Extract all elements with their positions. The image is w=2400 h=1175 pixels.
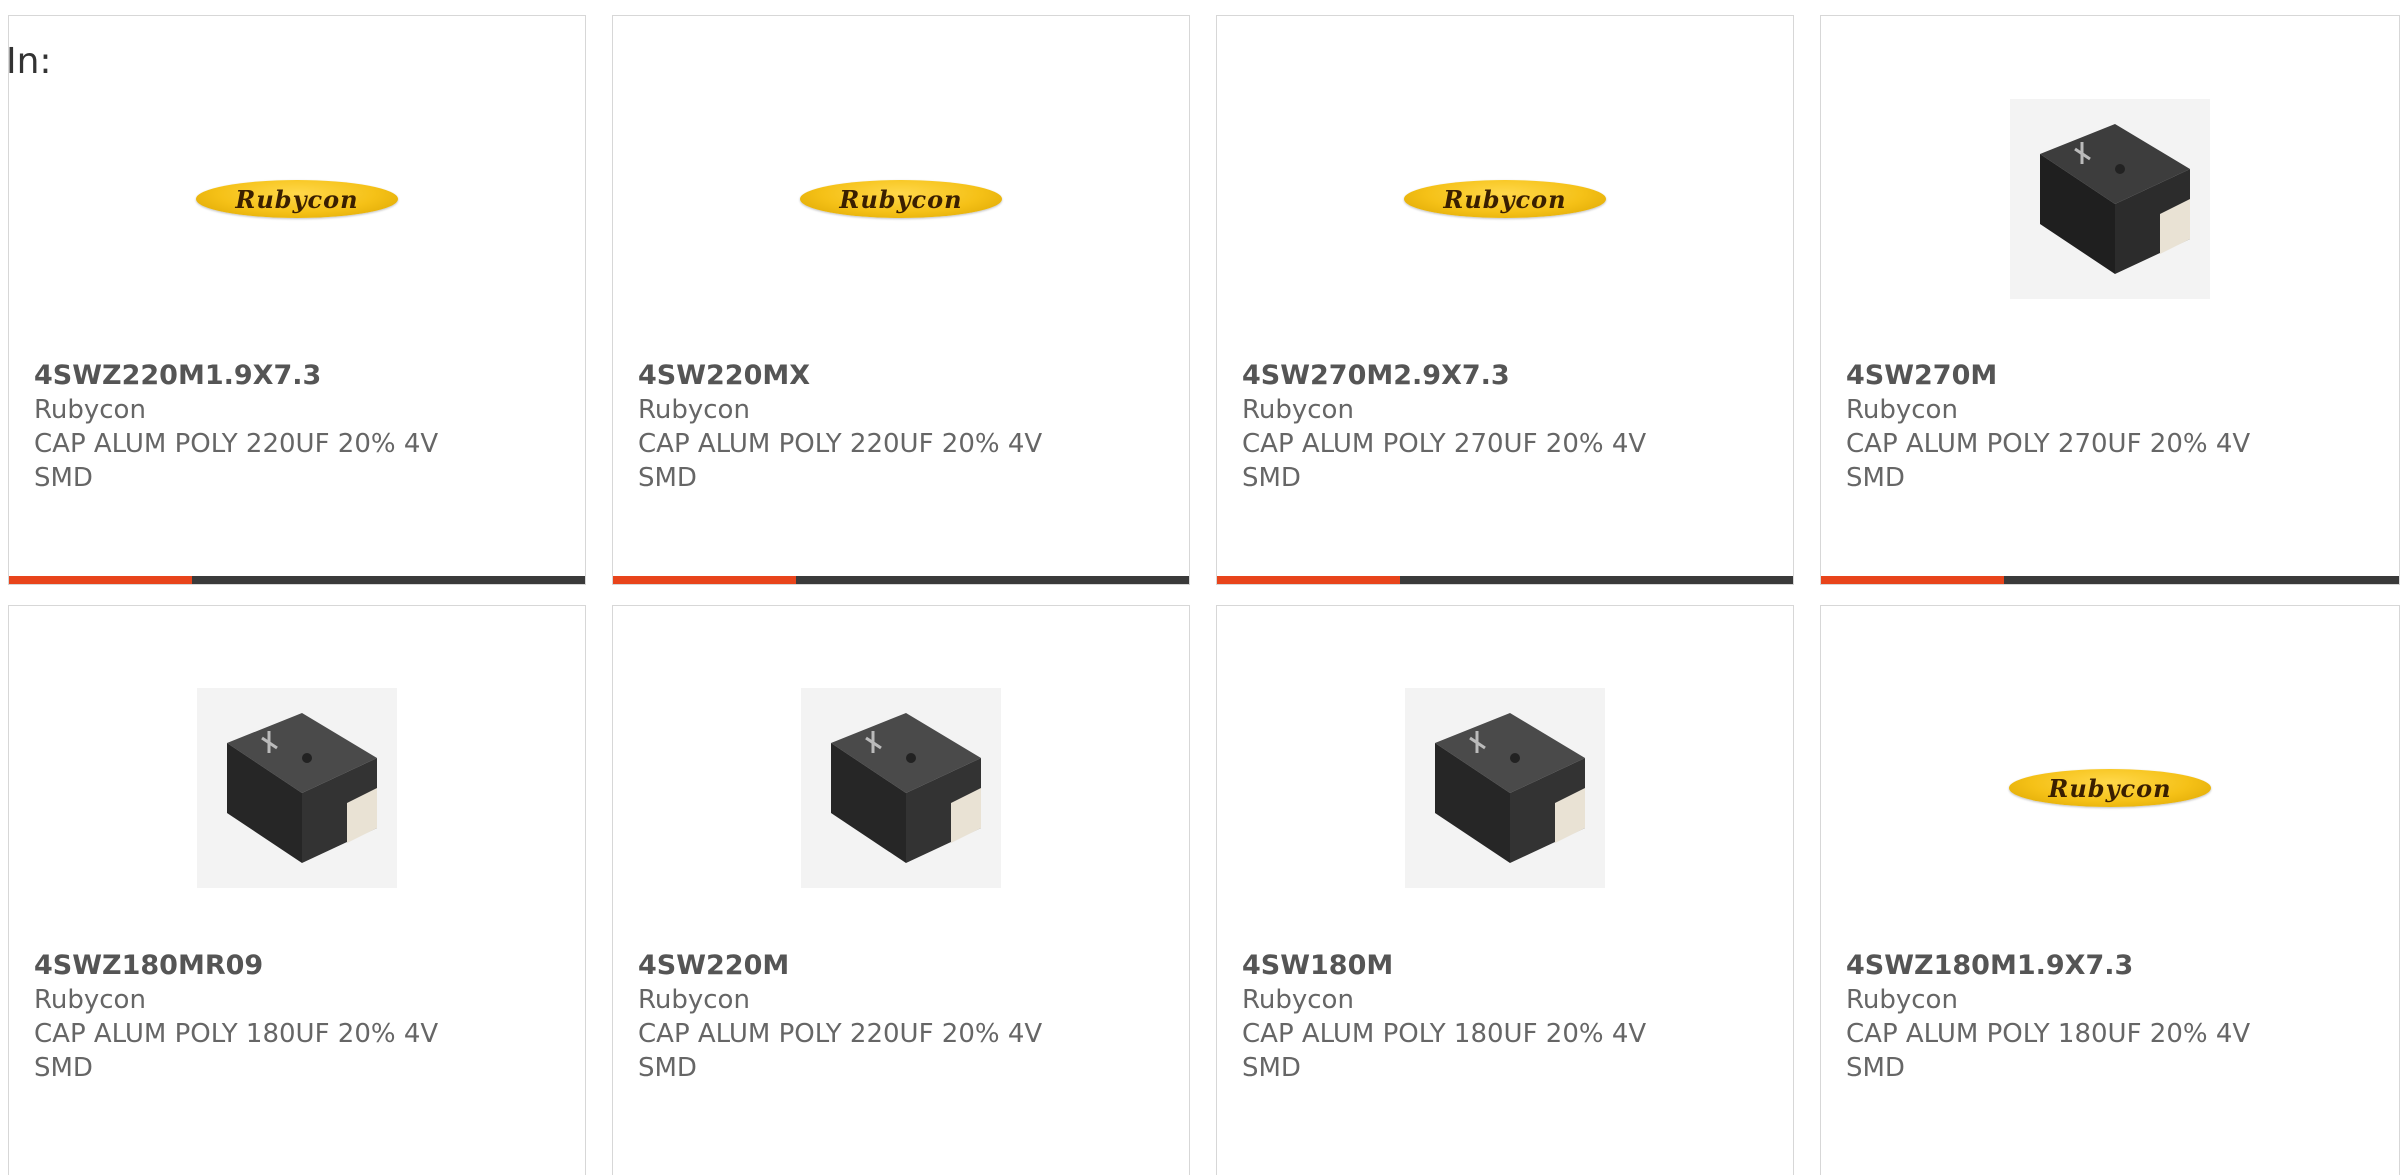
product-image[interactable]: Rubycon <box>613 54 1189 344</box>
manufacturer: Rubycon <box>1846 985 1958 1015</box>
product-description: CAP ALUM POLY 180UF 20% 4V SMD <box>34 1019 439 1083</box>
manufacturer: Rubycon <box>34 985 146 1015</box>
smd-capacitor-icon <box>801 688 1001 888</box>
product-card[interactable]: 4SW180M Rubycon CAP ALUM POLY 180UF 20% … <box>1216 605 1794 1175</box>
smd-capacitor-icon <box>1405 688 1605 888</box>
product-card[interactable]: Rubycon 4SWZ180M1.9X7.3 Rubycon CAP ALUM… <box>1820 605 2400 1175</box>
product-image[interactable]: Rubycon <box>1217 54 1793 344</box>
product-description: CAP ALUM POLY 270UF 20% 4V SMD <box>1846 429 2251 493</box>
manufacturer: Rubycon <box>638 395 750 425</box>
product-description: CAP ALUM POLY 180UF 20% 4V SMD <box>1846 1019 2251 1083</box>
product-card[interactable]: 4SW270M Rubycon CAP ALUM POLY 270UF 20% … <box>1820 15 2400 585</box>
manufacturer: Rubycon <box>638 985 750 1015</box>
part-number-link[interactable]: 4SW270M <box>1846 358 2379 393</box>
smd-capacitor-icon <box>2010 99 2210 299</box>
card-accent-bar <box>1821 576 2399 584</box>
rubycon-logo-icon: Rubycon <box>2009 769 2211 807</box>
product-description: CAP ALUM POLY 220UF 20% 4V SMD <box>638 429 1043 493</box>
product-image[interactable] <box>1217 618 1793 958</box>
product-image[interactable] <box>9 618 585 958</box>
smd-capacitor-icon <box>197 688 397 888</box>
product-image[interactable] <box>613 618 1189 958</box>
product-card[interactable]: 4SW220M Rubycon CAP ALUM POLY 220UF 20% … <box>612 605 1190 1175</box>
part-number-link[interactable]: 4SW220M <box>638 948 1169 983</box>
manufacturer: Rubycon <box>1846 395 1958 425</box>
rubycon-logo-icon: Rubycon <box>800 180 1002 218</box>
product-card[interactable]: Rubycon 4SWZ220M1.9X7.3 Rubycon CAP ALUM… <box>8 15 586 585</box>
card-accent-bar <box>613 576 1189 584</box>
product-card[interactable]: 4SWZ180MR09 Rubycon CAP ALUM POLY 180UF … <box>8 605 586 1175</box>
card-accent-bar <box>9 576 585 584</box>
manufacturer: Rubycon <box>1242 985 1354 1015</box>
part-number-link[interactable]: 4SW220MX <box>638 358 1169 393</box>
product-card[interactable]: Rubycon 4SW220MX Rubycon CAP ALUM POLY 2… <box>612 15 1190 585</box>
product-card[interactable]: Rubycon 4SW270M2.9X7.3 Rubycon CAP ALUM … <box>1216 15 1794 585</box>
rubycon-logo-icon: Rubycon <box>196 180 398 218</box>
manufacturer: Rubycon <box>34 395 146 425</box>
manufacturer: Rubycon <box>1242 395 1354 425</box>
product-description: CAP ALUM POLY 220UF 20% 4V SMD <box>34 429 439 493</box>
rubycon-logo-icon: Rubycon <box>1404 180 1606 218</box>
part-number-link[interactable]: 4SW180M <box>1242 948 1773 983</box>
product-description: CAP ALUM POLY 180UF 20% 4V SMD <box>1242 1019 1647 1083</box>
part-number-link[interactable]: 4SWZ180MR09 <box>34 948 565 983</box>
product-description: CAP ALUM POLY 270UF 20% 4V SMD <box>1242 429 1647 493</box>
product-image[interactable]: Rubycon <box>1821 618 2399 958</box>
part-number-link[interactable]: 4SWZ180M1.9X7.3 <box>1846 948 2379 983</box>
card-accent-bar <box>1217 576 1793 584</box>
product-image[interactable] <box>1821 54 2399 344</box>
product-image[interactable]: Rubycon <box>9 54 585 344</box>
in-label: In: <box>6 41 52 82</box>
product-description: CAP ALUM POLY 220UF 20% 4V SMD <box>638 1019 1043 1083</box>
part-number-link[interactable]: 4SWZ220M1.9X7.3 <box>34 358 565 393</box>
part-number-link[interactable]: 4SW270M2.9X7.3 <box>1242 358 1773 393</box>
product-grid: Rubycon 4SWZ220M1.9X7.3 Rubycon CAP ALUM… <box>0 0 2400 1175</box>
